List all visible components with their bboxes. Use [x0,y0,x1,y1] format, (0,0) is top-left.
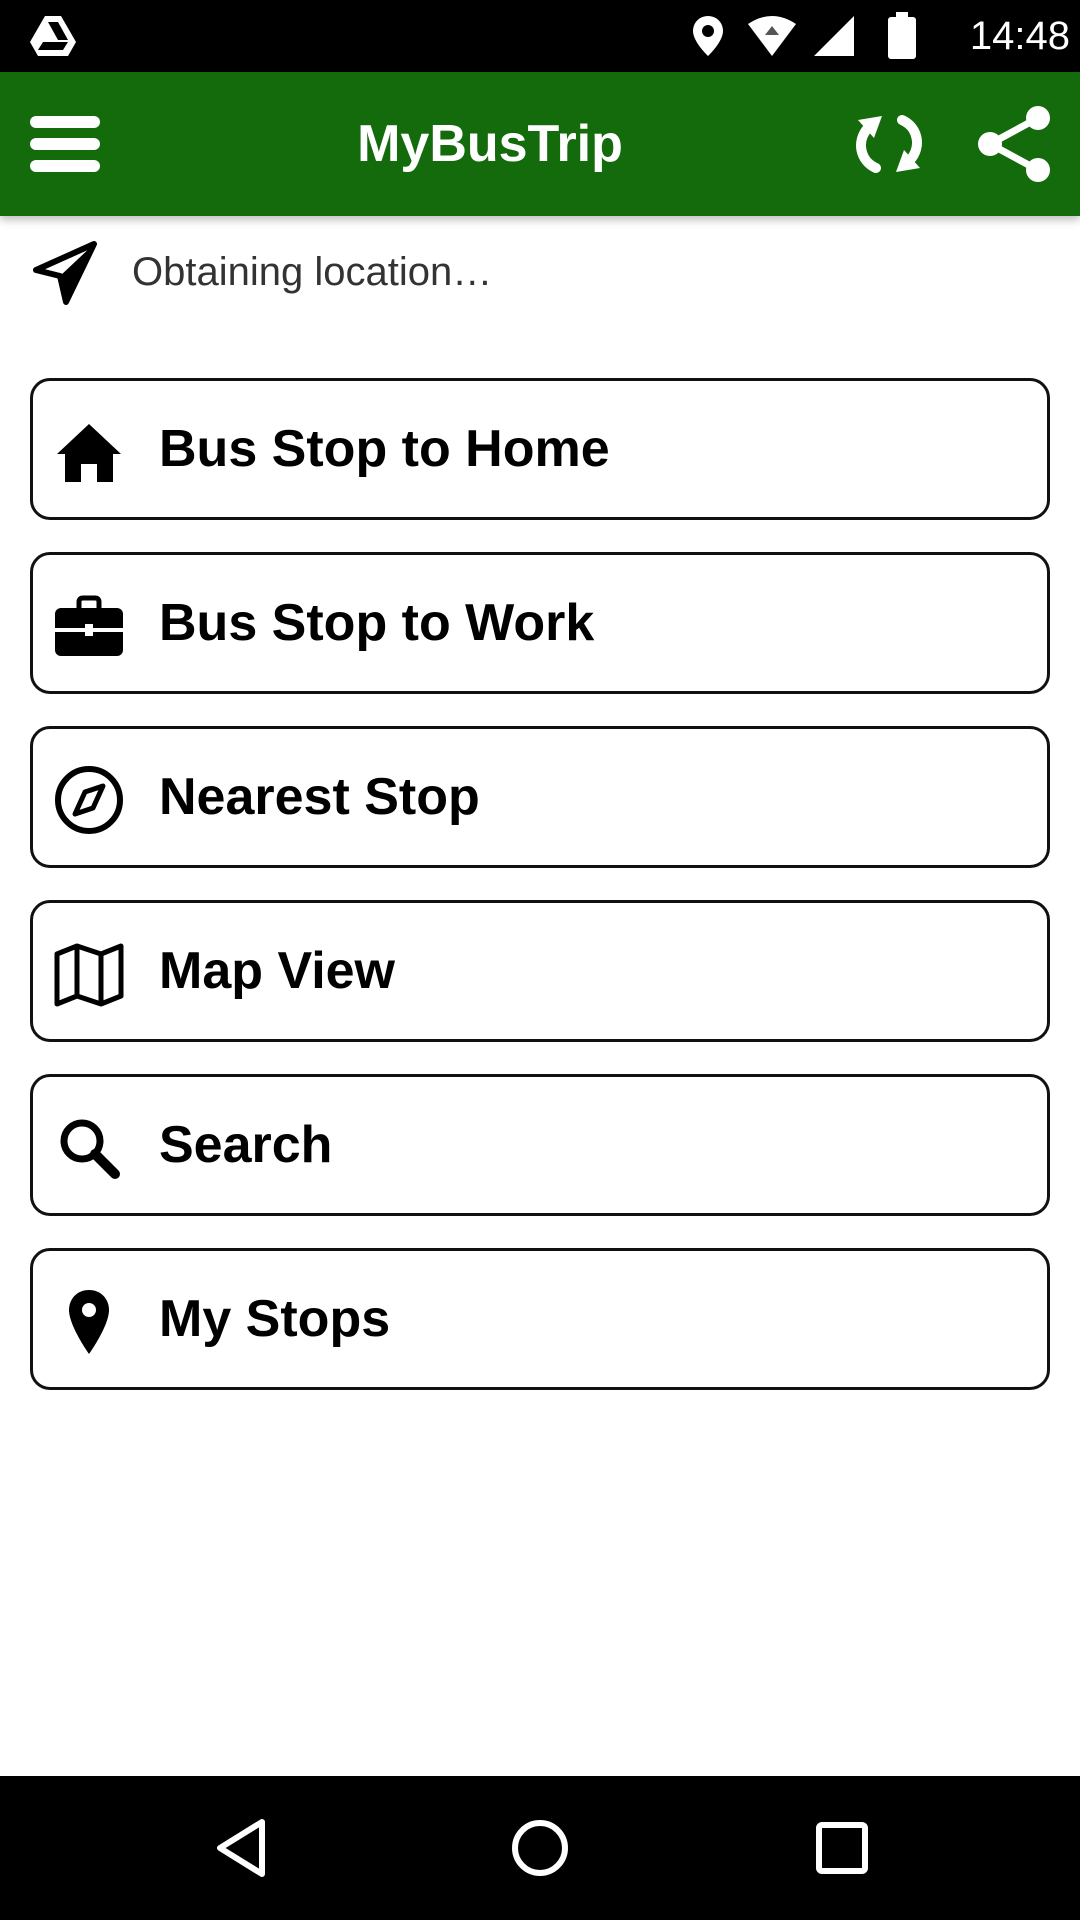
location-status-text: Obtaining location… [132,250,493,294]
bus-stop-to-work-button[interactable]: Bus Stop to Work [30,552,1050,694]
my-stops-button[interactable]: My Stops [30,1248,1050,1390]
home-circle-icon[interactable] [504,1812,576,1884]
recents-icon[interactable] [806,1812,878,1884]
system-nav-bar [0,1776,1080,1920]
drive-icon [28,14,78,58]
map-icon [53,938,125,1010]
map-view-label: Map View [159,942,396,1000]
bus-stop-to-home-label: Bus Stop to Home [159,420,610,478]
main-menu: Bus Stop to Home Bus Stop to Work Neares… [30,378,1050,1422]
menu-icon[interactable] [20,108,112,180]
search-button[interactable]: Search [30,1074,1050,1216]
briefcase-icon [53,590,125,662]
navigation-arrow-icon [30,238,100,310]
app-bar: MyBusTrip [0,72,1080,216]
battery-icon [886,12,918,60]
status-bar: 14:48 [0,0,1080,72]
map-view-button[interactable]: Map View [30,900,1050,1042]
bus-stop-to-home-button[interactable]: Bus Stop to Home [30,378,1050,520]
bus-stop-to-work-label: Bus Stop to Work [159,594,595,652]
app-title: MyBusTrip [357,115,623,173]
nearest-stop-label: Nearest Stop [159,768,480,826]
wifi-icon [746,14,798,58]
refresh-icon[interactable] [846,106,932,182]
share-icon[interactable] [972,104,1056,184]
location-icon [690,14,726,58]
nearest-stop-button[interactable]: Nearest Stop [30,726,1050,868]
status-time: 14:48 [969,14,1070,58]
home-icon [53,416,125,488]
back-icon[interactable] [206,1812,278,1884]
compass-icon [53,764,125,836]
location-status: Obtaining location… [0,216,1080,326]
map-pin-icon [53,1286,125,1358]
search-icon [53,1112,125,1184]
my-stops-label: My Stops [159,1290,391,1348]
signal-icon [812,14,856,58]
search-label: Search [159,1116,333,1174]
